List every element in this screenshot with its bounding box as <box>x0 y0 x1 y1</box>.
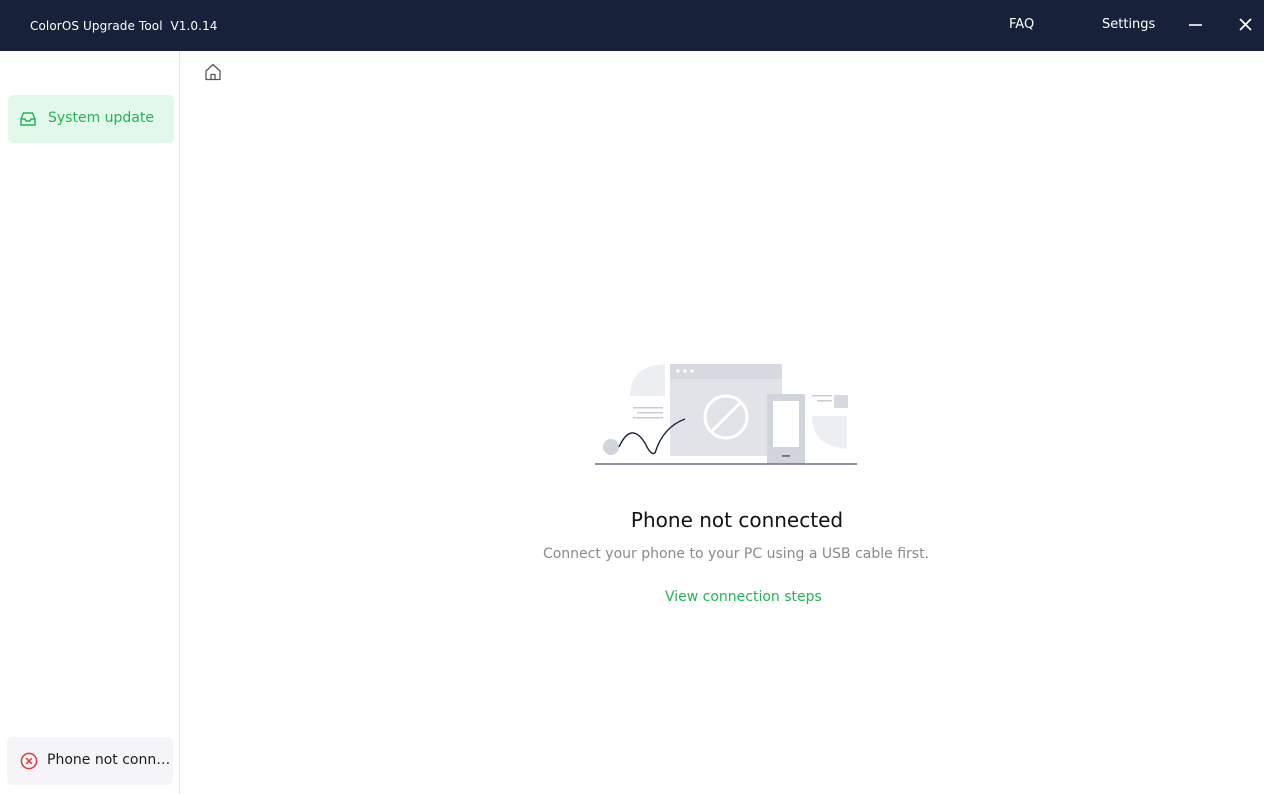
main-content: Phone not connected Connect your phone t… <box>181 51 1264 794</box>
faq-link[interactable]: FAQ <box>1009 17 1034 32</box>
status-subtext: Connect your phone to your PC using a US… <box>542 546 930 562</box>
view-connection-steps-link[interactable]: View connection steps <box>665 589 822 605</box>
connection-status-label: Phone not connected <box>47 752 173 768</box>
close-button[interactable] <box>1235 14 1257 36</box>
app-title: ColorOS Upgrade Tool V1.0.14 <box>30 19 218 33</box>
status-headline: Phone not connected <box>630 508 844 532</box>
minimize-button[interactable] <box>1185 14 1207 36</box>
home-button[interactable] <box>203 62 223 82</box>
sidebar-item-label: System update <box>48 110 154 126</box>
settings-link[interactable]: Settings <box>1102 17 1155 32</box>
inbox-icon <box>20 112 36 126</box>
home-icon <box>205 63 221 81</box>
connection-status: Phone not connected <box>7 737 173 785</box>
sidebar: System update Phone not connected <box>0 51 180 794</box>
close-icon <box>1239 18 1252 31</box>
minimize-icon <box>1189 24 1202 26</box>
sidebar-item-system-update[interactable]: System update <box>8 95 174 143</box>
title-bar: ColorOS Upgrade Tool V1.0.14 FAQ Setting… <box>0 0 1264 51</box>
error-circle-icon <box>20 752 38 770</box>
phone-not-connected-illustration <box>595 364 857 465</box>
